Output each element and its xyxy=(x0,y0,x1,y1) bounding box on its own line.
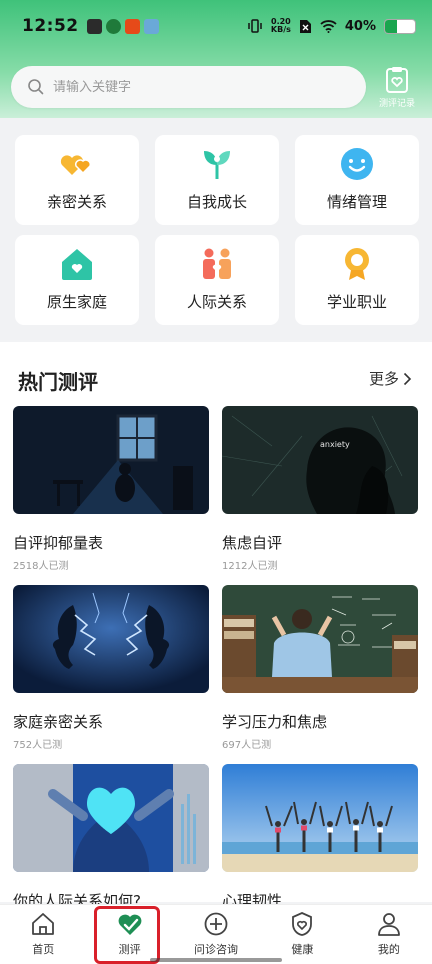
search-input[interactable] xyxy=(53,79,313,95)
category-growth[interactable]: 自我成长 xyxy=(155,135,279,225)
notification-icons xyxy=(86,18,159,34)
record-label: 测评记录 xyxy=(378,99,415,109)
home-heart-icon xyxy=(62,249,92,280)
nav-health[interactable]: 健康 xyxy=(259,905,345,964)
category-panel: 亲密关系 自我成长 情绪管理 原生家庭 人际关系 学业职业 xyxy=(0,118,432,340)
hearts-icon xyxy=(60,155,91,175)
battery-icon xyxy=(384,18,416,34)
category-social[interactable]: 人际关系 xyxy=(155,235,279,325)
bottom-nav: 首页 测评 问诊咨询 健康 我的 xyxy=(0,904,432,964)
battery-percent: 40% xyxy=(344,18,376,34)
quiz-card[interactable]: anxiety 焦虑自评 1212人已测 xyxy=(222,406,418,572)
people-icon xyxy=(203,248,231,279)
nav-profile[interactable]: 我的 xyxy=(346,905,432,964)
nav-consult[interactable]: 问诊咨询 xyxy=(173,905,259,964)
quiz-image-anxiety: anxiety xyxy=(222,406,418,514)
sprout-icon xyxy=(204,151,230,179)
quiz-card[interactable]: 自评抑郁量表 2518人已测 xyxy=(13,406,209,572)
network-speed: 0.20 KB/s xyxy=(270,17,291,34)
quiz-card[interactable]: 学习压力和焦虑 697人已测 xyxy=(222,585,418,751)
quiz-card[interactable]: 心理韧性 xyxy=(222,764,418,911)
status-time: 12:52 xyxy=(22,16,79,36)
category-career[interactable]: 学业职业 xyxy=(295,235,419,325)
status-right: 0.20 KB/s 40% xyxy=(247,18,416,34)
no-sim-icon xyxy=(299,19,311,33)
vibrate-icon xyxy=(248,19,262,33)
section-title: 热门测评 xyxy=(18,370,98,394)
search-bar[interactable] xyxy=(11,66,366,108)
leaf-app-icon xyxy=(105,18,121,34)
smile-icon xyxy=(341,148,373,180)
home-indicator xyxy=(150,958,282,962)
photo-app-icon xyxy=(143,18,159,34)
category-intimacy[interactable]: 亲密关系 xyxy=(15,135,139,225)
record-button[interactable]: 测评记录 xyxy=(374,66,420,112)
category-emotion[interactable]: 情绪管理 xyxy=(295,135,419,225)
clipboard-heart-icon xyxy=(386,67,408,93)
quiz-card[interactable]: 你的人际关系如何? xyxy=(13,764,209,911)
medal-icon xyxy=(345,248,369,280)
home-icon xyxy=(32,913,55,935)
shield-heart-icon xyxy=(292,912,313,936)
hot-section: 热门测评 更多 自评抑郁量表 2518人已测 anxiety 焦虑自评 1212… xyxy=(0,342,432,910)
user-icon xyxy=(377,913,400,936)
quiz-image-family xyxy=(13,585,209,693)
plus-circle-icon xyxy=(204,912,228,936)
play-app-icon xyxy=(86,18,102,34)
anxiety-text: anxiety xyxy=(320,440,350,449)
more-link[interactable]: 更多 xyxy=(369,368,412,389)
quiz-image-study xyxy=(222,585,418,693)
status-bar: 12:52 0.20 KB/s 40% xyxy=(0,0,432,52)
quiz-image-depression xyxy=(13,406,209,514)
quiz-card[interactable]: 家庭亲密关系 752人已测 xyxy=(13,585,209,751)
quiz-image-social xyxy=(13,764,209,872)
search-icon xyxy=(28,79,44,95)
category-family[interactable]: 原生家庭 xyxy=(15,235,139,325)
nav-home[interactable]: 首页 xyxy=(0,905,86,964)
wifi-icon xyxy=(320,20,337,33)
chevron-right-icon xyxy=(403,372,412,385)
battery-fill xyxy=(385,19,397,33)
active-tab-highlight xyxy=(94,906,160,964)
quiz-image-resilience xyxy=(222,764,418,872)
red-app-icon xyxy=(124,18,140,34)
